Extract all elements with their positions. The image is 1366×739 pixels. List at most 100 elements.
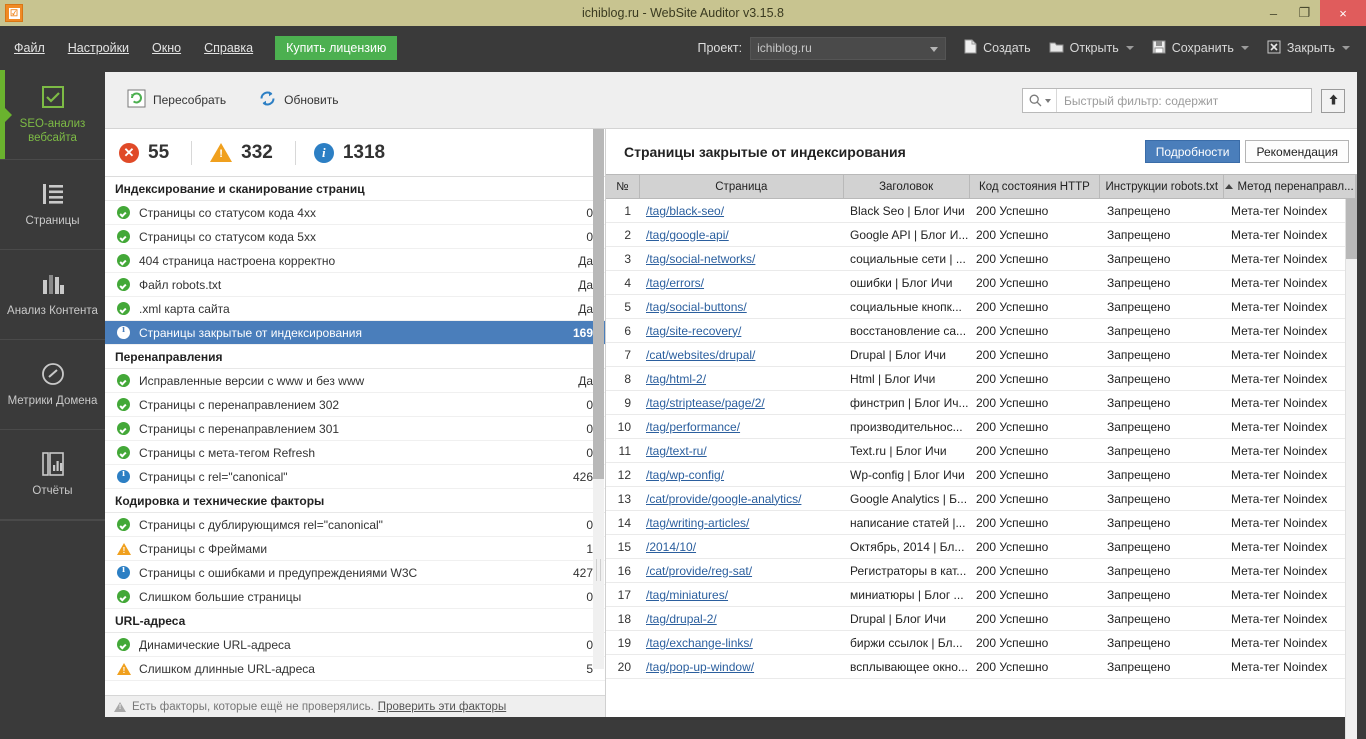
table-row[interactable]: 12/tag/wp-config/Wp-config | Блог Ичи200… [606,463,1357,487]
table-row[interactable]: 7/cat/websites/drupal/Drupal | Блог Ичи2… [606,343,1357,367]
menu-settings[interactable]: Настройки [59,38,138,58]
buy-license-button[interactable]: Купить лицензию [275,36,397,60]
factor-row[interactable]: Страницы с Фреймами1 [105,537,605,561]
sidebar-item-seo-analysis[interactable]: SEO-анализ вебсайта [0,70,105,160]
table-cell-page[interactable]: /cat/provide/google-analytics/ [640,487,844,510]
menu-help[interactable]: Справка [195,38,262,58]
page-url-link[interactable]: /tag/text-ru/ [646,444,707,458]
table-column-header[interactable]: Инструкции robots.txt [1100,175,1224,198]
page-url-link[interactable]: /tag/performance/ [646,420,740,434]
check-factors-link[interactable]: Проверить эти факторы [378,701,506,713]
table-row[interactable]: 13/cat/provide/google-analytics/Google A… [606,487,1357,511]
table-cell-page[interactable]: /tag/writing-articles/ [640,511,844,534]
table-cell-page[interactable]: /cat/websites/drupal/ [640,343,844,366]
stat-warnings[interactable]: 332 [210,142,273,164]
factor-row[interactable]: Динамические URL-адреса0 [105,633,605,657]
close-button[interactable]: × [1320,0,1366,26]
sidebar-item-domain-metrics[interactable]: Метрики Домена [0,340,105,430]
factor-row[interactable]: Страницы закрытые от индексирования169 [105,321,605,345]
factor-row[interactable]: .xml карта сайтаДа [105,297,605,321]
stat-info[interactable]: i 1318 [314,142,385,164]
table-row[interactable]: 2/tag/google-api/Google API | Блог И...2… [606,223,1357,247]
factor-row[interactable]: Страницы с мета-тегом Refresh0 [105,441,605,465]
page-url-link[interactable]: /cat/provide/google-analytics/ [646,492,801,506]
table-row[interactable]: 14/tag/writing-articles/написание статей… [606,511,1357,535]
factors-scrollbar[interactable] [593,129,604,669]
close-project-button[interactable]: Закрыть [1267,40,1350,57]
table-row[interactable]: 4/tag/errors/ошибки | Блог Ичи200 Успешн… [606,271,1357,295]
minimize-button[interactable]: – [1258,0,1289,26]
table-row[interactable]: 17/tag/miniatures/миниатюры | Блог ...20… [606,583,1357,607]
page-url-link[interactable]: /tag/site-recovery/ [646,324,741,338]
factor-row[interactable]: Страницы с ошибками и предупреждениями W… [105,561,605,585]
table-cell-page[interactable]: /tag/miniatures/ [640,583,844,606]
table-cell-page[interactable]: /tag/social-networks/ [640,247,844,270]
table-cell-page[interactable]: /tag/social-buttons/ [640,295,844,318]
table-cell-page[interactable]: /tag/exchange-links/ [640,631,844,654]
create-project-button[interactable]: Создать [964,39,1031,57]
table-cell-page[interactable]: /tag/site-recovery/ [640,319,844,342]
sidebar-item-content-analysis[interactable]: Анализ Контента [0,250,105,340]
table-cell-page[interactable]: /tag/black-seo/ [640,199,844,222]
page-url-link[interactable]: /tag/wp-config/ [646,468,724,482]
open-project-button[interactable]: Открыть [1049,40,1134,57]
table-row[interactable]: 16/cat/provide/reg-sat/Регистраторы в ка… [606,559,1357,583]
rebuild-button[interactable]: Пересобрать [127,89,226,111]
factor-row[interactable]: Страницы с дублирующимся rel="canonical"… [105,513,605,537]
page-url-link[interactable]: /tag/black-seo/ [646,204,724,218]
page-url-link[interactable]: /tag/social-buttons/ [646,300,747,314]
table-row[interactable]: 18/tag/drupal-2/Drupal | Блог Ичи200 Усп… [606,607,1357,631]
table-cell-page[interactable]: /cat/provide/reg-sat/ [640,559,844,582]
tab-recommendation[interactable]: Рекомендация [1245,140,1349,163]
factor-row[interactable]: Страницы со статусом кода 5xx0 [105,225,605,249]
table-scrollbar[interactable] [1345,199,1357,739]
table-row[interactable]: 11/tag/text-ru/Text.ru | Блог Ичи200 Усп… [606,439,1357,463]
factor-row[interactable]: Страницы со статусом кода 4xx0 [105,201,605,225]
factors-scrollbar-thumb[interactable] [593,129,604,479]
sidebar-item-pages[interactable]: Страницы [0,160,105,250]
factors-list[interactable]: Индексирование и сканирование страницСтр… [105,177,605,717]
export-button[interactable] [1321,89,1345,113]
table-cell-page[interactable]: /tag/pop-up-window/ [640,655,844,678]
table-cell-page[interactable]: /2014/10/ [640,535,844,558]
page-url-link[interactable]: /cat/websites/drupal/ [646,348,755,362]
table-row[interactable]: 19/tag/exchange-links/биржи ссылок | Бл.… [606,631,1357,655]
factor-row[interactable]: Файл robots.txtДа [105,273,605,297]
menu-window[interactable]: Окно [143,38,190,58]
table-row[interactable]: 8/tag/html-2/Html | Блог Ичи200 УспешноЗ… [606,367,1357,391]
sidebar-item-reports[interactable]: Отчёты [0,430,105,520]
table-row[interactable]: 1/tag/black-seo/Black Seo | Блог Ичи200 … [606,199,1357,223]
page-url-link[interactable]: /tag/writing-articles/ [646,516,749,530]
maximize-button[interactable]: ❐ [1289,0,1320,26]
table-cell-page[interactable]: /tag/performance/ [640,415,844,438]
factor-row[interactable]: Страницы с перенаправлением 3020 [105,393,605,417]
table-column-header[interactable]: Заголовок [844,175,970,198]
table-cell-page[interactable]: /tag/wp-config/ [640,463,844,486]
search-input[interactable] [1057,94,1311,108]
stat-errors[interactable]: ✕ 55 [105,142,169,164]
save-project-button[interactable]: Сохранить [1152,40,1249,57]
search-icon[interactable] [1023,89,1057,112]
factor-row[interactable]: Страницы с перенаправлением 3010 [105,417,605,441]
page-url-link[interactable]: /tag/pop-up-window/ [646,660,754,674]
factor-row[interactable]: Слишком большие страницы0 [105,585,605,609]
page-url-link[interactable]: /tag/striptease/page/2/ [646,396,765,410]
page-url-link[interactable]: /tag/errors/ [646,276,704,290]
table-row[interactable]: 5/tag/social-buttons/социальные кнопк...… [606,295,1357,319]
table-row[interactable]: 3/tag/social-networks/социальные сети | … [606,247,1357,271]
table-column-header[interactable]: Метод перенаправл... [1224,175,1356,198]
table-cell-page[interactable]: /tag/google-api/ [640,223,844,246]
table-column-header[interactable]: Страница [640,175,844,198]
menu-file[interactable]: Файл [5,38,54,58]
table-scrollbar-thumb[interactable] [1346,199,1357,259]
page-url-link[interactable]: /tag/google-api/ [646,228,729,242]
tab-details[interactable]: Подробности [1145,140,1241,163]
page-url-link[interactable]: /tag/miniatures/ [646,588,728,602]
table-cell-page[interactable]: /tag/errors/ [640,271,844,294]
page-url-link[interactable]: /tag/html-2/ [646,372,706,386]
table-column-header[interactable]: Код состояния HTTP [970,175,1101,198]
table-row[interactable]: 9/tag/striptease/page/2/финстрип | Блог … [606,391,1357,415]
page-url-link[interactable]: /2014/10/ [646,540,696,554]
factor-row[interactable]: Слишком длинные URL-адреса5 [105,657,605,681]
page-url-link[interactable]: /tag/exchange-links/ [646,636,753,650]
